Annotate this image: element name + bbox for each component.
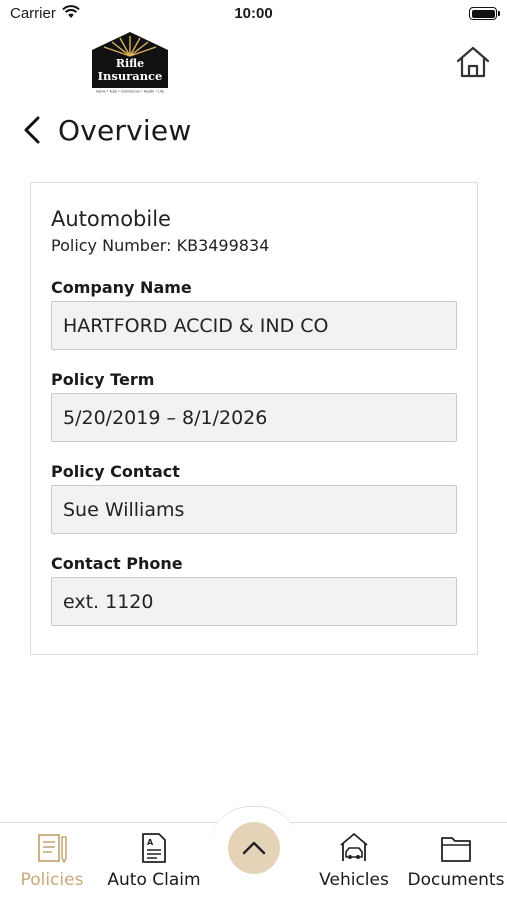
documents-icon [441, 837, 471, 862]
rifle-insurance-logo: Rifle Insurance Home • Auto • Commercial… [92, 32, 168, 94]
policy-contact-value: Sue Williams [51, 485, 457, 534]
home-icon[interactable] [455, 45, 491, 79]
policy-number-value: KB3499834 [176, 236, 270, 255]
expand-menu-button[interactable] [228, 822, 280, 874]
tab-label: Auto Claim [107, 870, 201, 890]
policy-number: Policy Number: KB3499834 [51, 236, 269, 255]
company-name-value: HARTFORD ACCID & IND CO [51, 301, 457, 350]
tab-label: Policies [20, 870, 84, 890]
logo-tagline: Home • Auto • Commercial • Health • Life [96, 90, 164, 94]
chevron-up-icon [242, 841, 266, 855]
page-title: Overview [58, 113, 192, 147]
policy-term-field: Policy Term 5/20/2019 – 8/1/2026 [51, 370, 457, 442]
contact-phone-field: Contact Phone ext. 1120 [51, 554, 457, 626]
tab-label: Documents [407, 870, 505, 890]
back-button[interactable]: Overview [22, 108, 191, 152]
tab-vehicles[interactable]: Vehicles [312, 823, 396, 900]
policy-type: Automobile [51, 207, 171, 231]
field-label: Policy Contact [51, 462, 180, 481]
status-bar: Carrier 10:00 [0, 0, 507, 28]
field-label: Policy Term [51, 370, 155, 389]
tab-auto-claim[interactable]: A Auto Claim [106, 823, 202, 900]
field-label: Company Name [51, 278, 192, 297]
policy-contact-field: Policy Contact Sue Williams [51, 462, 457, 534]
vehicles-icon [340, 833, 368, 861]
tab-documents[interactable]: Documents [406, 823, 506, 900]
policy-number-label: Policy Number: [51, 236, 172, 255]
company-name-field: Company Name HARTFORD ACCID & IND CO [51, 278, 457, 350]
logo-line2: Insurance [98, 69, 163, 83]
field-label: Contact Phone [51, 554, 183, 573]
policy-card: Automobile Policy Number: KB3499834 Comp… [30, 182, 478, 655]
battery-icon [469, 7, 500, 20]
tab-label: Vehicles [319, 870, 389, 890]
auto-claim-icon: A [142, 833, 166, 863]
svg-text:A: A [147, 838, 154, 847]
policy-term-value: 5/20/2019 – 8/1/2026 [51, 393, 457, 442]
tab-policies[interactable]: Policies [14, 823, 90, 900]
chevron-left-icon [24, 116, 40, 144]
policies-icon [38, 834, 67, 863]
contact-phone-value[interactable]: ext. 1120 [51, 577, 457, 626]
clock: 10:00 [234, 5, 273, 22]
